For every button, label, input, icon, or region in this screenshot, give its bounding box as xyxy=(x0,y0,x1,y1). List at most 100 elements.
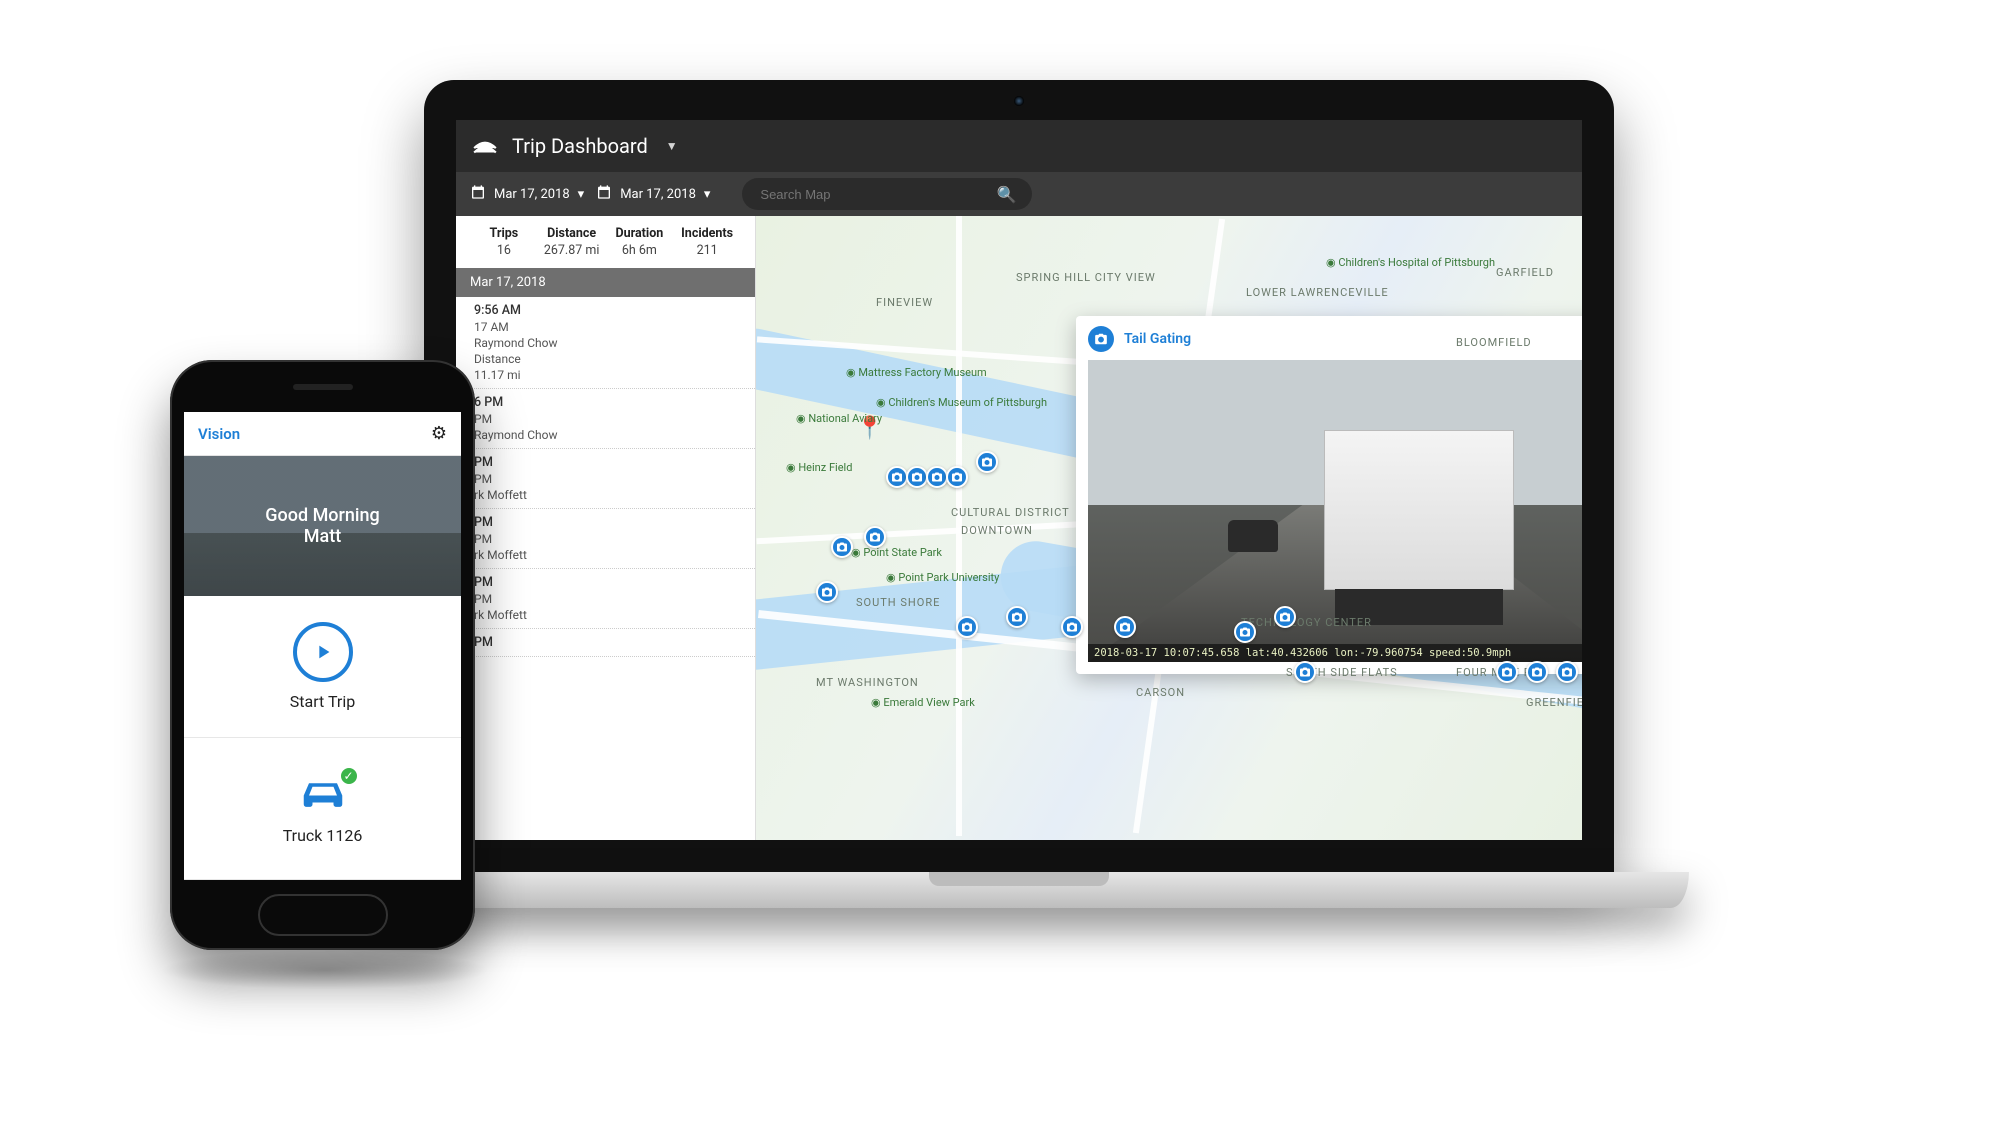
map-poi-label[interactable]: ◉ Point Park University xyxy=(886,571,999,584)
incident-marker-icon[interactable] xyxy=(1556,661,1578,683)
map-search[interactable]: 🔍 xyxy=(742,178,1032,210)
trip-list-item[interactable]: PMPMrk Moffett xyxy=(456,509,755,569)
laptop-notch xyxy=(929,872,1109,886)
map-poi-label[interactable]: ◉ Children's Museum of Pittsburgh xyxy=(876,396,1047,409)
dashcam-car xyxy=(1228,520,1278,552)
summary-label: Distance xyxy=(538,226,606,241)
calendar-icon xyxy=(596,184,612,204)
play-icon[interactable] xyxy=(293,622,353,682)
map-neighborhood-label: DOWNTOWN xyxy=(961,524,1033,537)
incident-marker-icon[interactable] xyxy=(906,466,928,488)
incident-marker-icon[interactable] xyxy=(956,616,978,638)
chevron-down-icon: ▾ xyxy=(704,187,711,202)
trips-panel: Trips 16 Distance 267.87 mi Duration 6h … xyxy=(456,216,756,840)
mobile-app: Vision ⚙ Good Morning Matt Start Trip ✓ … xyxy=(184,412,461,880)
mobile-app-title: Vision xyxy=(198,425,240,443)
summary-value: 16 xyxy=(470,243,538,258)
trip-summary: Trips 16 Distance 267.87 mi Duration 6h … xyxy=(456,216,755,268)
map-poi-label[interactable]: ◉ Children's Hospital of Pittsburgh xyxy=(1326,256,1495,269)
incident-marker-icon[interactable] xyxy=(1526,661,1548,683)
summary-duration: Duration 6h 6m xyxy=(606,226,674,258)
gear-icon[interactable]: ⚙ xyxy=(431,423,447,444)
phone-shadow xyxy=(160,950,490,990)
incident-marker-icon[interactable] xyxy=(1061,616,1083,638)
map-poi-label[interactable]: ◉ Emerald View Park xyxy=(871,696,975,709)
calendar-icon xyxy=(470,184,486,204)
mobile-appbar: Vision ⚙ xyxy=(184,412,461,456)
summary-label: Duration xyxy=(606,226,674,241)
incident-marker-icon[interactable] xyxy=(926,466,948,488)
dashcam-overlay-text: 2018-03-17 10:07:45.658 lat:40.432606 lo… xyxy=(1088,644,1582,662)
map-neighborhood-label: SPRING HILL CITY VIEW xyxy=(1016,271,1156,284)
chevron-down-icon: ▾ xyxy=(578,187,585,202)
start-trip-label: Start Trip xyxy=(290,692,355,711)
car-icon: ✓ xyxy=(295,772,351,816)
incident-marker-icon[interactable] xyxy=(1234,621,1256,643)
map-poi-label[interactable]: ◉ National Aviary xyxy=(796,412,882,425)
incident-marker-icon[interactable] xyxy=(864,526,886,548)
greeting-text: Good Morning xyxy=(265,505,379,526)
search-icon[interactable]: 🔍 xyxy=(996,185,1016,204)
trip-list-item[interactable]: 9:56 AM17 AMRaymond ChowDistance11.17 mi xyxy=(456,297,755,389)
start-trip-card[interactable]: Start Trip xyxy=(184,596,461,738)
incident-marker-icon[interactable] xyxy=(831,536,853,558)
trip-list-item[interactable]: PM xyxy=(456,629,755,657)
incident-marker-icon[interactable] xyxy=(816,581,838,603)
search-input[interactable] xyxy=(760,187,996,202)
map-neighborhood-label: LOWER LAWRENCEVILLE xyxy=(1246,286,1389,299)
incident-marker-icon[interactable] xyxy=(1274,606,1296,628)
trip-list-item[interactable]: PMPMrk Moffett xyxy=(456,569,755,629)
laptop-device: Trip Dashboard ▼ Mar 17, 2018 ▾ Mar 17, … xyxy=(424,80,1614,908)
map-neighborhood-label: GARFIELD xyxy=(1496,266,1554,279)
summary-value: 267.87 mi xyxy=(538,243,606,258)
dashcam-truck xyxy=(1324,430,1514,590)
date-to-picker[interactable]: Mar 17, 2018 ▾ xyxy=(596,184,710,204)
laptop-bezel: Trip Dashboard ▼ Mar 17, 2018 ▾ Mar 17, … xyxy=(424,80,1614,872)
greeting-hero: Good Morning Matt xyxy=(184,456,461,596)
map-neighborhood-label: GREENFIELD xyxy=(1526,696,1582,709)
map-neighborhood-label: CARSON xyxy=(1136,686,1185,699)
map-canvas[interactable]: 📍 Tail Gating × xyxy=(756,216,1582,840)
date-from-value: Mar 17, 2018 xyxy=(494,187,570,202)
summary-distance: Distance 267.87 mi xyxy=(538,226,606,258)
map-poi-label[interactable]: ◉ Heinz Field xyxy=(786,461,852,474)
incident-marker-icon[interactable] xyxy=(946,466,968,488)
incident-marker-icon[interactable] xyxy=(976,451,998,473)
incident-marker-icon[interactable] xyxy=(1294,661,1316,683)
map-neighborhood-label: FINEVIEW xyxy=(876,296,933,309)
map-poi-label[interactable]: ◉ Point State Park xyxy=(851,546,942,559)
user-name: Matt xyxy=(304,526,341,547)
date-from-picker[interactable]: Mar 17, 2018 ▾ xyxy=(470,184,584,204)
phone-device: Vision ⚙ Good Morning Matt Start Trip ✓ … xyxy=(170,360,475,950)
trip-group-date: Mar 17, 2018 xyxy=(456,268,755,297)
map-neighborhood-label: CULTURAL DISTRICT xyxy=(951,506,1070,519)
work-area: Trips 16 Distance 267.87 mi Duration 6h … xyxy=(456,216,1582,840)
incident-marker-icon[interactable] xyxy=(1496,661,1518,683)
incident-marker-icon[interactable] xyxy=(1114,616,1136,638)
summary-value: 6h 6m xyxy=(606,243,674,258)
trip-list-item[interactable]: PMPMrk Moffett xyxy=(456,449,755,509)
summary-trips: Trips 16 xyxy=(470,226,538,258)
summary-label: Incidents xyxy=(673,226,741,241)
summary-value: 211 xyxy=(673,243,741,258)
date-to-value: Mar 17, 2018 xyxy=(620,187,696,202)
camera-icon xyxy=(1088,326,1114,352)
incident-marker-icon[interactable] xyxy=(1006,606,1028,628)
trip-list-item[interactable]: 6 PMPMRaymond Chow xyxy=(456,389,755,449)
phone-speaker xyxy=(293,384,353,390)
popup-title: Tail Gating xyxy=(1124,331,1191,347)
app-header: Trip Dashboard ▼ xyxy=(456,120,1582,172)
phone-home-button[interactable] xyxy=(258,894,388,936)
laptop-base xyxy=(349,872,1689,908)
map-poi-label[interactable]: ◉ Mattress Factory Museum xyxy=(846,366,987,379)
check-icon: ✓ xyxy=(339,766,359,786)
trip-list[interactable]: 9:56 AM17 AMRaymond ChowDistance11.17 mi… xyxy=(456,297,755,840)
summary-incidents: Incidents 211 xyxy=(673,226,741,258)
vehicle-card[interactable]: ✓ Truck 1126 xyxy=(184,738,461,880)
incident-marker-icon[interactable] xyxy=(886,466,908,488)
page-title: Trip Dashboard xyxy=(512,134,648,158)
map-neighborhood-label: SOUTH SHORE xyxy=(856,596,940,609)
toolbar: Mar 17, 2018 ▾ Mar 17, 2018 ▾ 🔍 xyxy=(456,172,1582,216)
title-dropdown-icon[interactable]: ▼ xyxy=(666,139,678,153)
map-neighborhood-label: BLOOMFIELD xyxy=(1456,336,1532,349)
